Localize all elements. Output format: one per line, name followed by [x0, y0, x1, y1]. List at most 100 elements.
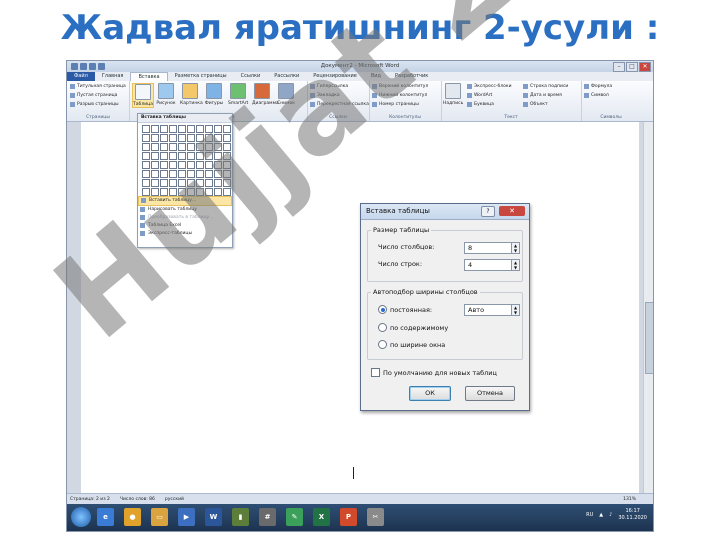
shapes-icon	[206, 83, 222, 99]
autofit-window-option[interactable]: по ширине окна	[378, 340, 445, 349]
maximize-button[interactable]: □	[626, 62, 638, 72]
radio-fixed[interactable]	[378, 305, 387, 314]
date-time-icon	[523, 93, 528, 98]
grid-cell[interactable]	[169, 125, 177, 133]
date-time-button[interactable]: Дата и время	[523, 93, 562, 98]
fixed-width-label: постоянная:	[390, 305, 433, 314]
tab-2[interactable]: Вставка	[130, 72, 168, 81]
columns-value[interactable]: 8	[468, 244, 472, 252]
spin-down-icon[interactable]: ▼	[512, 310, 519, 315]
spin-down-icon[interactable]: ▼	[512, 248, 519, 253]
chart-app-icon[interactable]: ▮	[232, 508, 249, 526]
vertical-scrollbar[interactable]	[643, 122, 653, 493]
wordart-button[interactable]: WordArt	[467, 93, 492, 98]
close-window-button[interactable]: ✕	[639, 62, 651, 72]
fixed-width-option[interactable]: постоянная:	[378, 305, 432, 314]
autofit-window-label: по ширине окна	[390, 340, 446, 349]
hash-app-icon[interactable]: #	[259, 508, 276, 526]
start-button[interactable]	[71, 507, 91, 527]
tab-0[interactable]: Файл	[67, 72, 95, 81]
grid-cell[interactable]	[142, 125, 150, 133]
group-label-symbols: Символы	[600, 115, 622, 120]
table-size-group: Размер таблицы Число столбцов: 8 ▲ ▼ Числ…	[367, 226, 523, 282]
cover-page-button[interactable]: Титульная страница	[70, 84, 126, 89]
grid-cell[interactable]	[151, 143, 159, 151]
grid-cell[interactable]	[142, 143, 150, 151]
input-language[interactable]: RU	[586, 512, 593, 518]
word-icon[interactable]: W	[205, 508, 222, 526]
autofit-content-option[interactable]: по содержимому	[378, 323, 448, 332]
grid-cell[interactable]	[151, 134, 159, 142]
minimize-button[interactable]: –	[613, 62, 625, 72]
powerpoint-icon[interactable]: P	[340, 508, 357, 526]
picture-button[interactable]: Рисунок	[156, 83, 176, 106]
signature-line-icon	[523, 84, 528, 89]
excel-icon[interactable]: X	[313, 508, 330, 526]
volume-icon[interactable]: ♪	[609, 512, 612, 518]
clock[interactable]: 16:17 30.11.2020	[618, 508, 647, 522]
help-button[interactable]: ?	[481, 206, 495, 217]
page-count[interactable]: Страница: 2 из 2	[70, 497, 110, 502]
dialog-close-button[interactable]: ✕	[499, 206, 525, 216]
grid-cell[interactable]	[151, 125, 159, 133]
scrollbar-thumb[interactable]	[645, 302, 653, 374]
autofit-label: Автоподбор ширины столбцов	[371, 288, 480, 296]
page-break-button[interactable]: Разрыв страницы	[70, 102, 119, 107]
grid-cell[interactable]	[160, 125, 168, 133]
columns-label: Число столбцов:	[378, 243, 435, 251]
picture-label: Рисунок	[156, 101, 176, 106]
group-label-text: Текст	[504, 115, 518, 120]
ie-icon[interactable]: e	[97, 508, 114, 526]
signature-line-button[interactable]: Строка подписи	[523, 84, 568, 89]
ribbon-group-pages: Титульная страница Пустая страница Разры…	[67, 81, 130, 121]
chrome-icon[interactable]: ●	[124, 508, 141, 526]
tools-icon[interactable]: ✂	[367, 508, 384, 526]
paint-icon[interactable]: ✎	[286, 508, 303, 526]
explorer-folder-icon[interactable]: ▭	[151, 508, 168, 526]
clipart-label: Картинка	[180, 101, 203, 106]
drop-cap-button[interactable]: Буквица	[467, 102, 494, 107]
grid-cell[interactable]	[160, 134, 168, 142]
cancel-button[interactable]: Отмена	[465, 386, 515, 401]
tab-3[interactable]: Разметка страницы	[168, 72, 234, 81]
rows-value[interactable]: 4	[468, 261, 472, 269]
default-checkbox[interactable]	[371, 368, 380, 377]
word-count[interactable]: Число слов: 86	[120, 497, 155, 502]
language-indicator[interactable]: русский	[165, 497, 184, 502]
blank-page-icon	[70, 93, 75, 98]
grid-cell[interactable]	[142, 134, 150, 142]
status-bar: Страница: 2 из 2 Число слов: 86 русский …	[67, 493, 653, 504]
picture-icon	[158, 83, 174, 99]
clipart-button[interactable]: Картинка	[180, 83, 203, 106]
media-player-icon[interactable]: ▶	[178, 508, 195, 526]
clock-date: 30.11.2020	[618, 515, 647, 521]
network-icon[interactable]: ▲	[599, 512, 603, 518]
ribbon-group-symbols: Формула Символ Символы	[581, 81, 641, 121]
radio-content[interactable]	[378, 323, 387, 332]
spin-down-icon[interactable]: ▼	[512, 265, 519, 270]
symbol-button[interactable]: Символ	[584, 93, 609, 98]
table-button[interactable]: Таблица	[132, 83, 154, 108]
tab-1[interactable]: Главная	[95, 72, 131, 81]
zoom-level[interactable]: 131%	[623, 497, 636, 502]
page-break-icon	[70, 102, 75, 107]
taskbar: e ● ▭ ▶ W ▮ # ✎ X P ✂ RU ▲ ♪ 16:17 30.11…	[67, 504, 653, 531]
equation-button[interactable]: Формула	[584, 84, 612, 89]
default-option[interactable]: По умолчанию для новых таблиц	[371, 368, 497, 377]
object-button[interactable]: Объект	[523, 102, 548, 107]
fixed-width-value[interactable]: Авто	[468, 306, 484, 314]
ok-button[interactable]: ОК	[409, 386, 451, 401]
columns-spinbox[interactable]: 8 ▲ ▼	[464, 242, 520, 254]
cover-page-icon	[70, 84, 75, 89]
insert-table-dialog: Вставка таблицы ? ✕ Размер таблицы Число…	[360, 203, 530, 411]
fixed-width-spinbox[interactable]: Авто ▲ ▼	[464, 304, 520, 316]
drop-cap-icon	[467, 102, 472, 107]
columns-row: Число столбцов:	[378, 243, 434, 251]
rows-spinbox[interactable]: 4 ▲ ▼	[464, 259, 520, 271]
radio-window[interactable]	[378, 340, 387, 349]
object-icon	[523, 102, 528, 107]
clock-time: 16:17	[625, 508, 640, 514]
quick-parts-button[interactable]: Экспресс-блоки	[467, 84, 512, 89]
omega-icon	[584, 93, 589, 98]
blank-page-button[interactable]: Пустая страница	[70, 93, 117, 98]
